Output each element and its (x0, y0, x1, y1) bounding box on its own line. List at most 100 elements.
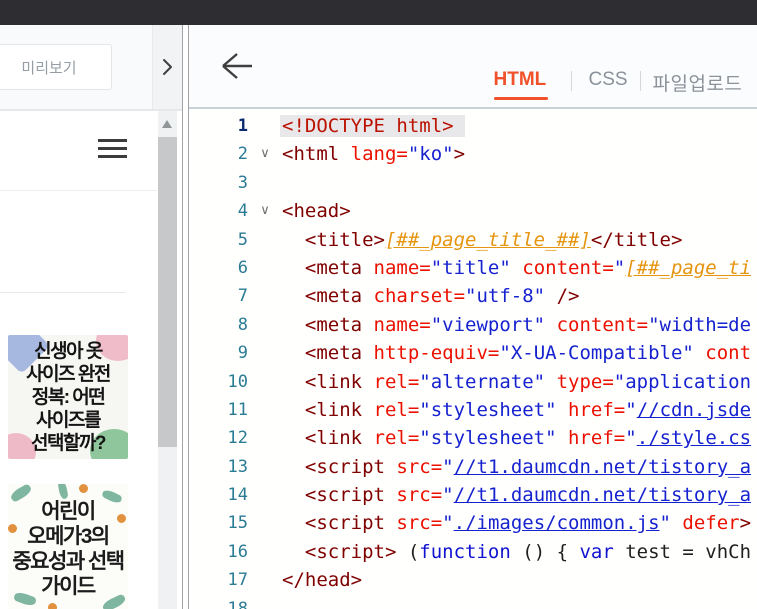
line-number: 11 (227, 399, 248, 420)
code-line[interactable]: 17 </head> (189, 566, 757, 594)
code-line[interactable]: 2 ∨ <html lang="ko"> (189, 140, 757, 168)
collapse-panel-button[interactable] (152, 25, 182, 109)
line-number: 3 (237, 172, 248, 193)
tab-css[interactable]: CSS (589, 69, 628, 91)
code-text: <meta charset="utf-8" /> (304, 285, 580, 308)
line-number: 17 (227, 570, 248, 591)
code-line[interactable]: 8 <meta name="viewport" content="width=d… (189, 311, 757, 339)
line-number: 13 (227, 456, 248, 477)
code-text: <head> (282, 200, 351, 223)
fold-chevron-icon[interactable]: ∨ (248, 140, 282, 168)
preview-toolbar: 미리보기 (0, 25, 182, 111)
hamburger-menu-icon[interactable] (98, 139, 127, 159)
preview-pane: 미리보기 신생아 옷 사이즈 완전 정복: 어떤 사이즈를 선택할까? 어린이 … (0, 25, 182, 609)
line-number: 9 (237, 343, 248, 364)
code-text: <link rel="stylesheet" href="./style.cs (304, 427, 752, 450)
divider (0, 292, 126, 293)
code-text: <html lang="ko"> (282, 143, 466, 166)
scroll-up-arrow-icon[interactable] (162, 120, 172, 128)
code-text: <!DOCTYPE html> (280, 112, 465, 140)
scrollbar-thumb[interactable] (158, 137, 177, 447)
blog-preview-content: 신생아 옷 사이즈 완전 정복: 어떤 사이즈를 선택할까? 어린이 오메가3의… (0, 113, 157, 609)
post-thumbnail[interactable]: 어린이 오메가3의 중요성과 선택 가이드 (8, 484, 128, 609)
decor-berry (48, 603, 57, 609)
code-text: <meta name="viewport" content="width=de (304, 313, 752, 336)
line-number: 15 (227, 513, 248, 534)
fold-chevron-icon[interactable]: ∨ (248, 197, 282, 225)
tab-html[interactable]: HTML (493, 69, 549, 100)
decor-leaf (57, 484, 69, 500)
line-number: 14 (227, 485, 248, 506)
code-text: <script src="//t1.daumcdn.net/tistory_a (304, 484, 752, 507)
arrow-left-icon (221, 53, 252, 79)
code-text: </head> (282, 569, 363, 592)
line-number: 10 (227, 371, 248, 392)
back-button[interactable] (220, 51, 254, 83)
thumbnail-title: 어린이 오메가3의 중요성과 선택 가이드 (12, 500, 125, 598)
code-text: <script src="//t1.daumcdn.net/tistory_a (304, 455, 752, 478)
code-line[interactable]: 10 <link rel="alternate" type="applicati… (189, 368, 757, 396)
line-number: 2 (237, 144, 248, 165)
code-text: <script> (function () { var test = vhCh (304, 540, 752, 563)
thumbnail-title: 신생아 옷 사이즈 완전 정복: 어떤 사이즈를 선택할까? (26, 340, 111, 454)
code-line[interactable]: 12 <link rel="stylesheet" href="./style.… (189, 424, 757, 452)
skin-editor-window: 미리보기 신생아 옷 사이즈 완전 정복: 어떤 사이즈를 선택할까? 어린이 … (0, 0, 757, 609)
code-line[interactable]: 4 ∨ <head> (189, 197, 757, 225)
code-line[interactable]: 3 (189, 169, 757, 197)
code-line[interactable]: 14 <script src="//t1.daumcdn.net/tistory… (189, 481, 757, 509)
preview-button[interactable]: 미리보기 (0, 44, 112, 90)
code-line[interactable]: 13 <script src="//t1.daumcdn.net/tistory… (189, 453, 757, 481)
code-text: <script src="./images/common.js" defer> (304, 512, 752, 535)
preview-scrollbar[interactable] (158, 111, 177, 609)
line-number: 18 (227, 598, 248, 609)
line-number: 1 (237, 116, 248, 136)
code-line[interactable]: 1 <!DOCTYPE html> (189, 112, 757, 140)
editor-toolbar: HTML CSS 파일업로드 (188, 25, 757, 109)
line-number: 12 (227, 428, 248, 449)
code-line[interactable]: 18 (189, 595, 757, 609)
line-number: 7 (237, 286, 248, 307)
tab-separator (570, 71, 572, 91)
code-line[interactable]: 15 <script src="./images/common.js" defe… (189, 509, 757, 537)
post-thumbnail[interactable]: 신생아 옷 사이즈 완전 정복: 어떤 사이즈를 선택할까? (8, 335, 128, 459)
line-number: 4 (237, 201, 248, 222)
html-code-editor[interactable]: 1 <!DOCTYPE html> 2 ∨ <html lang="ko"> 3 4 ∨ <he… (188, 111, 757, 609)
code-line[interactable]: 5 <title>[##_page_title_##]</title> (189, 226, 757, 254)
code-line[interactable]: 16 <script> (function () { var test = vh… (189, 538, 757, 566)
code-text: <meta name="title" content="[##_page_ti (304, 256, 752, 279)
tab-file-upload[interactable]: 파일업로드 (653, 69, 743, 96)
line-number: 8 (237, 314, 248, 335)
tab-separator (639, 71, 641, 91)
code-text: <link rel="alternate" type="application (304, 370, 752, 393)
decor-berry (79, 484, 88, 493)
code-text: <link rel="stylesheet" href="//cdn.jsde (304, 398, 752, 421)
code-line[interactable]: 11 <link rel="stylesheet" href="//cdn.js… (189, 396, 757, 424)
chevron-right-icon (163, 59, 172, 75)
line-number: 6 (237, 257, 248, 278)
code-line[interactable]: 7 <meta charset="utf-8" /> (189, 282, 757, 310)
top-title-bar (0, 0, 757, 25)
divider (0, 190, 157, 191)
line-number: 5 (237, 229, 248, 250)
line-number: 16 (227, 541, 248, 562)
editor-pane: HTML CSS 파일업로드 1 <!DOCTYPE html> 2 ∨ <html l… (188, 25, 757, 609)
code-line[interactable]: 6 <meta name="title" content="[##_page_t… (189, 254, 757, 282)
code-text: <title>[##_page_title_##]</title> (304, 228, 683, 251)
code-text: <meta http-equiv="X-UA-Compatible" cont (304, 342, 752, 365)
code-line[interactable]: 9 <meta http-equiv="X-UA-Compatible" con… (189, 339, 757, 367)
